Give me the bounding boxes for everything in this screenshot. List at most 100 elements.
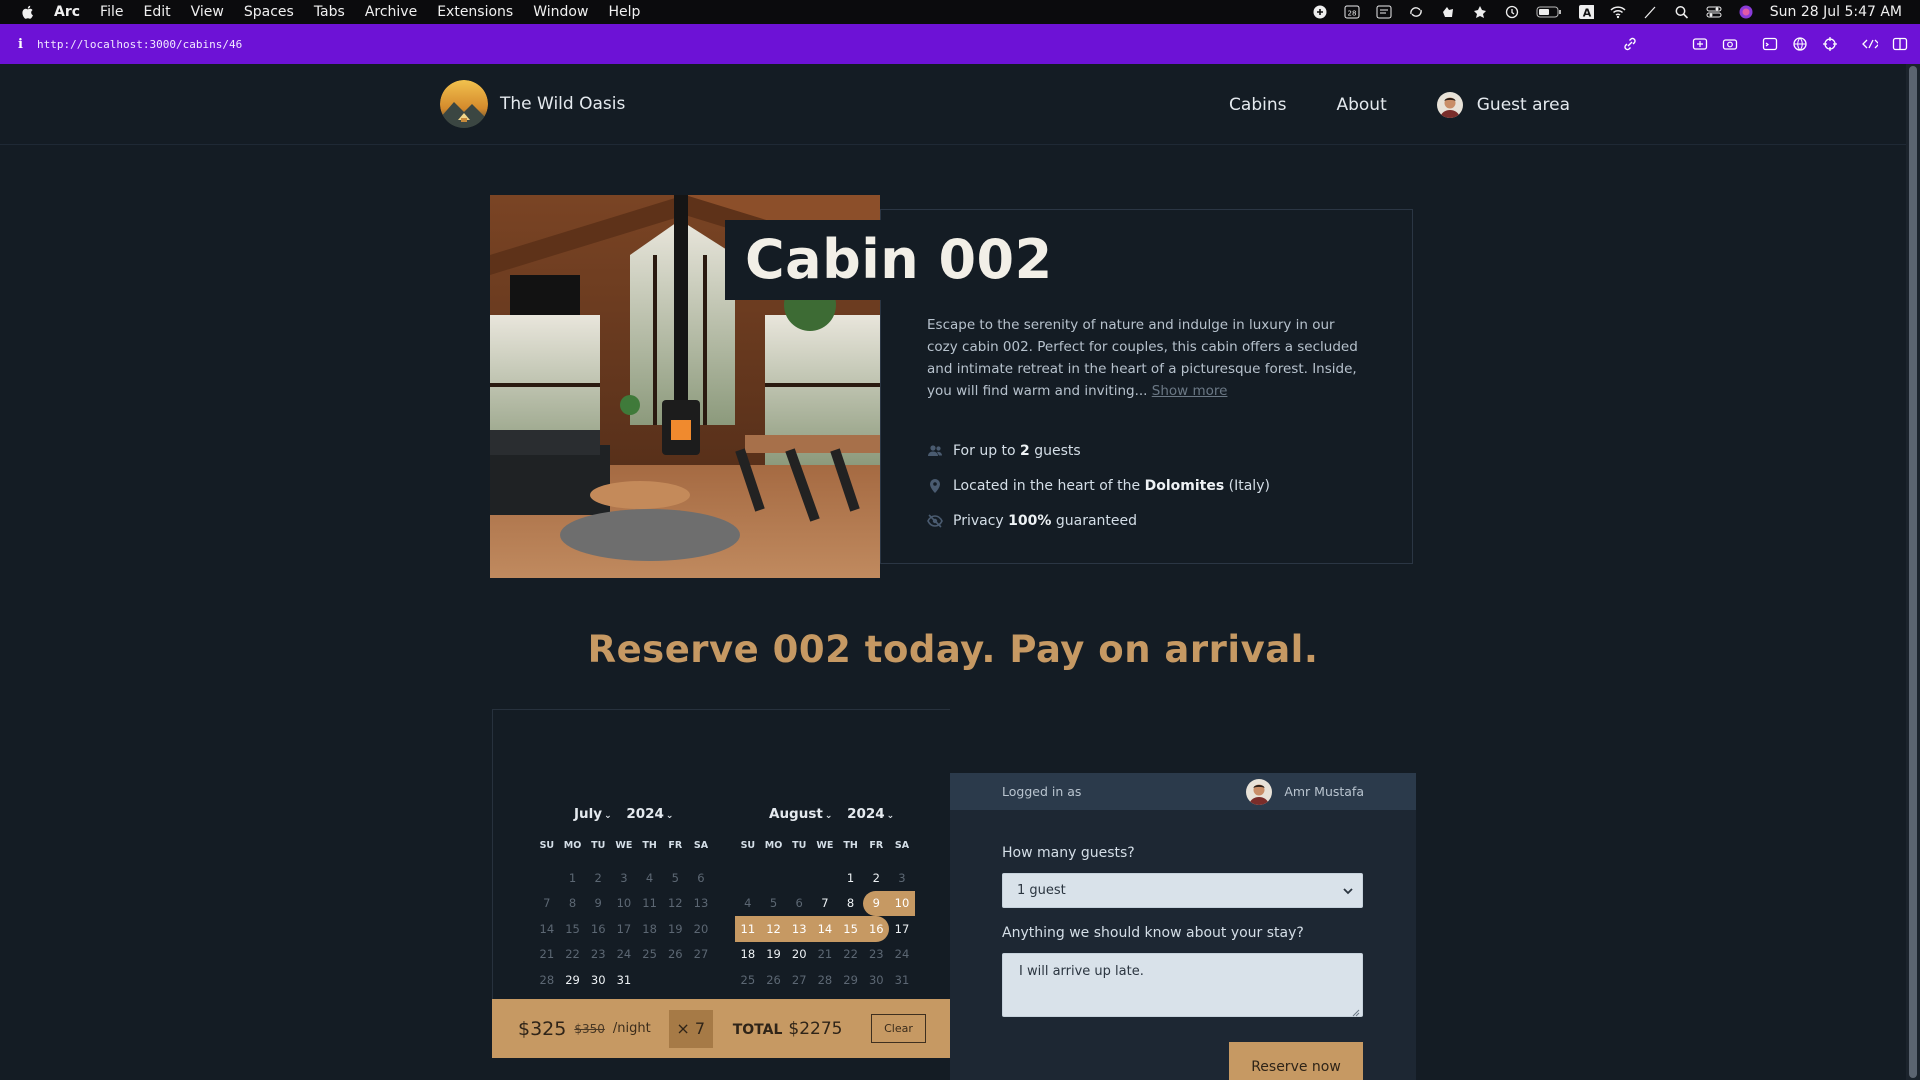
target-icon[interactable]: [1822, 36, 1838, 52]
calendar-day[interactable]: 26: [761, 967, 787, 993]
calendar-day[interactable]: 4: [735, 891, 761, 917]
calendar-day[interactable]: 5: [662, 865, 688, 891]
calendar-day[interactable]: 9: [863, 890, 890, 916]
reserve-now-button[interactable]: Reserve now: [1229, 1042, 1363, 1080]
battery-icon[interactable]: [1536, 5, 1562, 19]
calendar-day[interactable]: 31: [889, 967, 915, 993]
console-icon[interactable]: [1762, 36, 1778, 52]
calendar-day[interactable]: 7: [812, 891, 838, 917]
calendar-day[interactable]: 17: [889, 916, 915, 942]
calendar-day[interactable]: 16: [863, 916, 890, 942]
calendar-day[interactable]: 20: [688, 916, 714, 942]
calendar-day[interactable]: 3: [611, 865, 637, 891]
calendar-day[interactable]: 26: [662, 942, 688, 968]
calendar-day[interactable]: 11: [735, 916, 761, 942]
menu-extensions[interactable]: Extensions: [437, 4, 513, 20]
calendar-day[interactable]: 24: [611, 942, 637, 968]
calendar-day[interactable]: 12: [662, 891, 688, 917]
dev-tools-icon[interactable]: [1862, 36, 1878, 52]
calendar-day[interactable]: 7: [534, 891, 560, 917]
calendar-day[interactable]: 14: [534, 916, 560, 942]
camera-icon[interactable]: [1722, 36, 1738, 52]
calendar-day[interactable]: 15: [560, 916, 586, 942]
menu-tabs[interactable]: Tabs: [314, 4, 345, 20]
calendar-day[interactable]: 6: [786, 891, 812, 917]
menu-file[interactable]: File: [100, 4, 123, 20]
calendar-day[interactable]: 27: [688, 942, 714, 968]
globe-icon[interactable]: [1792, 36, 1808, 52]
calendar-day[interactable]: 29: [560, 967, 586, 993]
calendar-day[interactable]: 27: [786, 967, 812, 993]
clock-history-icon[interactable]: [1504, 5, 1520, 19]
calendar-day[interactable]: 19: [761, 942, 787, 968]
calendar-day[interactable]: 30: [863, 967, 889, 993]
calendar-day[interactable]: 13: [688, 891, 714, 917]
menubar-clock[interactable]: Sun 28 Jul 5:47 AM: [1770, 4, 1902, 20]
site-info-icon[interactable]: i: [18, 37, 23, 52]
puzzle-icon[interactable]: [1472, 5, 1488, 19]
year-select[interactable]: 2024 ⌄: [847, 806, 904, 822]
sidebar-toggle-icon[interactable]: [1892, 36, 1908, 52]
input-source-icon[interactable]: A: [1578, 5, 1594, 20]
month-select[interactable]: July ⌄: [574, 806, 622, 822]
url-text[interactable]: http://localhost:3000/cabins/46: [37, 38, 242, 51]
calendar-day[interactable]: 29: [838, 967, 864, 993]
status-app-icon[interactable]: [1312, 5, 1328, 19]
wifi-icon[interactable]: [1610, 5, 1626, 19]
hand-icon[interactable]: [1440, 5, 1456, 19]
calendar-day[interactable]: 22: [560, 942, 586, 968]
apple-icon[interactable]: [20, 4, 36, 20]
calendar-day[interactable]: 8: [560, 891, 586, 917]
nav-about-link[interactable]: About: [1336, 95, 1386, 115]
calendar-day[interactable]: 19: [662, 916, 688, 942]
calendar-day[interactable]: 4: [637, 865, 663, 891]
calendar-day[interactable]: 21: [812, 942, 838, 968]
calendar-day[interactable]: 1: [560, 865, 586, 891]
menu-edit[interactable]: Edit: [143, 4, 170, 20]
calendar-day[interactable]: 10: [889, 890, 915, 916]
menu-app-name[interactable]: Arc: [54, 4, 80, 20]
pen-icon[interactable]: [1642, 5, 1658, 19]
year-select[interactable]: 2024 ⌄: [626, 806, 683, 822]
menu-help[interactable]: Help: [608, 4, 640, 20]
calendar-day[interactable]: 10: [611, 891, 637, 917]
calendar-day[interactable]: 5: [761, 891, 787, 917]
calendar-day[interactable]: 2: [863, 865, 889, 891]
calendar-day[interactable]: 2: [585, 865, 611, 891]
search-icon[interactable]: [1674, 5, 1690, 19]
calendar-day[interactable]: 13: [786, 916, 813, 942]
month-select[interactable]: August ⌄: [769, 806, 842, 822]
calendar-day[interactable]: 11: [637, 891, 663, 917]
calendar-day[interactable]: 15: [837, 916, 864, 942]
calendar-day[interactable]: 8: [838, 891, 864, 917]
page-scrollbar[interactable]: [1906, 64, 1920, 1080]
calendar-day[interactable]: 18: [735, 942, 761, 968]
calendar-day[interactable]: 1: [838, 865, 864, 891]
calendar-day[interactable]: 21: [534, 942, 560, 968]
sync-icon[interactable]: [1408, 5, 1424, 19]
clear-dates-button[interactable]: Clear: [871, 1014, 926, 1043]
calendar-day[interactable]: 16: [585, 916, 611, 942]
menu-archive[interactable]: Archive: [365, 4, 417, 20]
calendar-day[interactable]: 18: [637, 916, 663, 942]
show-more-link[interactable]: Show more: [1152, 383, 1228, 399]
calendar-day[interactable]: 3: [889, 865, 915, 891]
site-logo-link[interactable]: The Wild Oasis: [440, 80, 625, 128]
calendar-day[interactable]: 30: [585, 967, 611, 993]
guests-select[interactable]: 1 guest: [1002, 873, 1363, 908]
calendar-day[interactable]: 20: [786, 942, 812, 968]
calendar-day[interactable]: 9: [585, 891, 611, 917]
calendar-day[interactable]: 23: [863, 942, 889, 968]
calendar-day[interactable]: 12: [760, 916, 787, 942]
menu-spaces[interactable]: Spaces: [244, 4, 294, 20]
calendar-icon[interactable]: 28: [1344, 5, 1360, 19]
menu-window[interactable]: Window: [533, 4, 588, 20]
calendar-day[interactable]: 28: [534, 967, 560, 993]
siri-icon[interactable]: [1738, 5, 1754, 19]
notes-textarea[interactable]: I will arrive up late.: [1002, 953, 1363, 1017]
calendar-day[interactable]: 6: [688, 865, 714, 891]
calendar-day[interactable]: 28: [812, 967, 838, 993]
nav-cabins-link[interactable]: Cabins: [1229, 95, 1286, 115]
notes-icon[interactable]: [1376, 5, 1392, 19]
menu-view[interactable]: View: [191, 4, 224, 20]
